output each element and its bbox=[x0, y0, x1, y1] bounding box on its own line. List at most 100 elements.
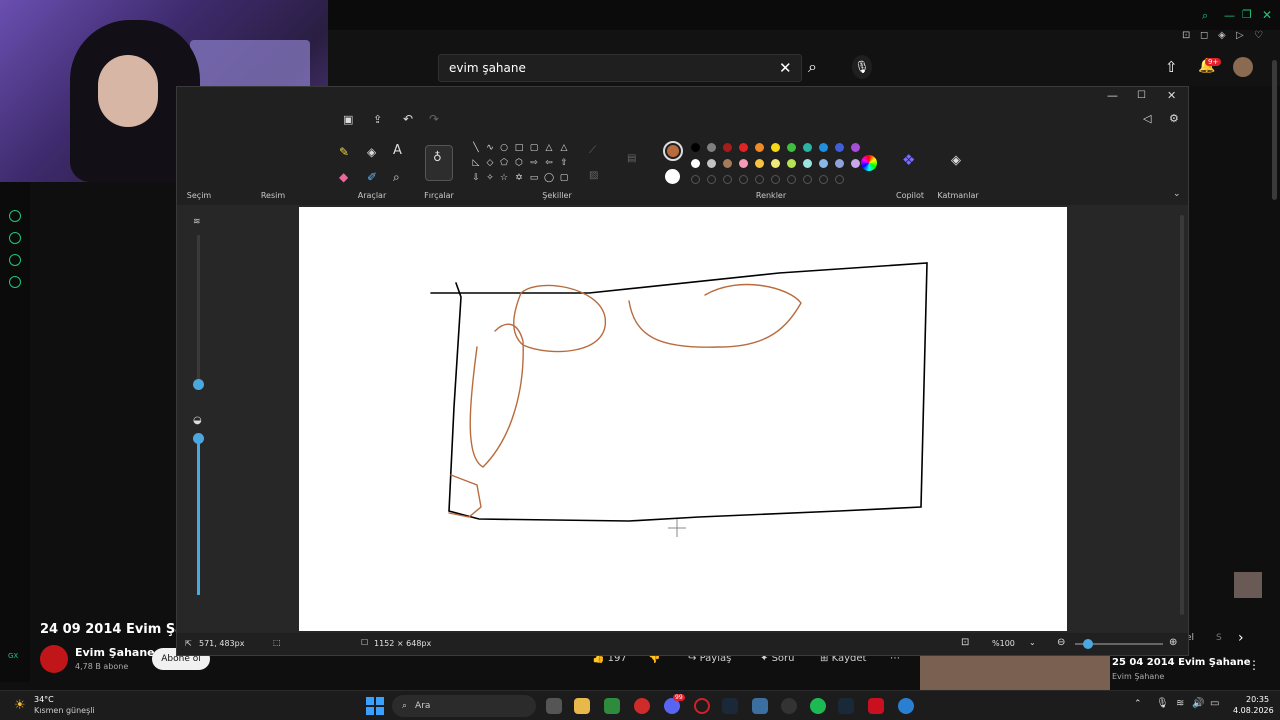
mini-thumbnail[interactable] bbox=[1234, 572, 1262, 598]
scrollbar[interactable] bbox=[1272, 60, 1277, 200]
palette-swatch[interactable] bbox=[723, 143, 732, 152]
primary-color[interactable] bbox=[663, 141, 683, 161]
zoom-out-icon[interactable]: ⊖ bbox=[1057, 637, 1065, 648]
outline-icon[interactable]: ⟋ bbox=[589, 145, 596, 156]
secondary-color[interactable] bbox=[665, 169, 680, 184]
clock-date[interactable]: 4.08.2026 bbox=[1233, 706, 1274, 715]
channel-name[interactable]: Evim Şahane bbox=[75, 646, 155, 659]
mic-icon[interactable]: 🎙 bbox=[852, 55, 872, 79]
taskbar-search[interactable]: ⌕ Ara bbox=[392, 695, 536, 717]
chevron-up-icon[interactable]: ⌃ bbox=[1134, 699, 1142, 709]
share-icon[interactable]: ⇪ bbox=[373, 113, 382, 126]
paint-app-icon[interactable] bbox=[898, 698, 914, 714]
palette-swatch[interactable] bbox=[723, 159, 732, 168]
collapse-ribbon-icon[interactable]: ⌄ bbox=[1173, 189, 1181, 199]
drawing-canvas[interactable] bbox=[299, 207, 1067, 631]
zoom-slider-thumb[interactable] bbox=[1083, 639, 1093, 649]
search-input[interactable]: evim şahane bbox=[438, 54, 802, 82]
more-vert-icon[interactable]: ⋮ bbox=[1248, 658, 1260, 672]
custom-color-slot[interactable] bbox=[739, 175, 748, 184]
shapes-gallery[interactable]: ╲ ∿ ○ □ ▢ △ △ ◺ ◇ ⬠ ⬡ ⇨ ⇦ ⇧ ⇩ ✧ ☆ ✡ ▭ ◯ ▢ bbox=[471, 141, 575, 185]
avatar[interactable] bbox=[1233, 57, 1253, 77]
color-palette[interactable] bbox=[691, 143, 860, 187]
opacity-slider[interactable] bbox=[197, 437, 200, 595]
opera-icon[interactable] bbox=[694, 698, 710, 714]
steam-icon[interactable] bbox=[838, 698, 854, 714]
size-slider[interactable] bbox=[197, 235, 200, 385]
chevron-right-icon[interactable]: › bbox=[1238, 630, 1244, 646]
minimize-icon[interactable]: — bbox=[1107, 89, 1118, 102]
sidebar-item-history[interactable] bbox=[9, 232, 21, 244]
side-chip[interactable]: S bbox=[1216, 633, 1222, 643]
palette-swatch[interactable] bbox=[851, 143, 860, 152]
palette-swatch[interactable] bbox=[835, 143, 844, 152]
task-view-icon[interactable] bbox=[546, 698, 562, 714]
pencil-icon[interactable]: ✎ bbox=[339, 145, 349, 159]
app-icon[interactable] bbox=[634, 698, 650, 714]
custom-color-slot[interactable] bbox=[771, 175, 780, 184]
sidebar-item-settings[interactable] bbox=[9, 276, 21, 288]
fill-icon[interactable]: ◈ bbox=[367, 145, 376, 159]
fill-shape-icon[interactable]: ▨ bbox=[589, 170, 598, 181]
maximize-icon[interactable]: ☐ bbox=[1137, 90, 1146, 101]
magnifier-icon[interactable]: ⌕ bbox=[393, 170, 400, 185]
palette-swatch[interactable] bbox=[819, 143, 828, 152]
file-explorer-icon[interactable] bbox=[574, 698, 590, 714]
eraser-icon[interactable]: ◆ bbox=[339, 170, 348, 184]
mic-icon[interactable]: 🎙 bbox=[1156, 698, 1169, 709]
edit-colors-button[interactable] bbox=[861, 155, 877, 171]
redo-icon[interactable]: ↷ bbox=[429, 112, 439, 126]
search-icon[interactable]: ⌕ bbox=[1202, 9, 1208, 23]
color-picker-icon[interactable]: ✐ bbox=[367, 170, 377, 184]
minimize-icon[interactable]: — bbox=[1224, 9, 1235, 22]
palette-swatch[interactable] bbox=[707, 143, 716, 152]
weather-text[interactable]: Kısmen güneşli bbox=[34, 706, 95, 715]
palette-swatch[interactable] bbox=[819, 159, 828, 168]
pin-icon[interactable]: ⊡ bbox=[1182, 30, 1190, 41]
custom-color-slot[interactable] bbox=[803, 175, 812, 184]
palette-swatch[interactable] bbox=[755, 159, 764, 168]
zoom-select[interactable]: %100 bbox=[992, 639, 1015, 648]
size-slider-thumb[interactable] bbox=[193, 379, 204, 390]
play-icon[interactable]: ▷ bbox=[1236, 30, 1244, 41]
palette-swatch[interactable] bbox=[803, 159, 812, 168]
palette-swatch[interactable] bbox=[787, 159, 796, 168]
fit-to-window-icon[interactable]: ⊡ bbox=[961, 637, 969, 648]
palette-swatch[interactable] bbox=[707, 159, 716, 168]
recommended-title[interactable]: 25 04 2014 Evim Şahane bbox=[1112, 657, 1251, 668]
wifi-icon[interactable]: ≋ bbox=[1176, 698, 1184, 709]
app-icon[interactable] bbox=[781, 698, 797, 714]
palette-swatch[interactable] bbox=[787, 143, 796, 152]
palette-swatch[interactable] bbox=[739, 143, 748, 152]
recommended-thumbnail[interactable] bbox=[920, 656, 1110, 690]
close-icon[interactable]: ✕ bbox=[1262, 8, 1272, 22]
group-label-selection[interactable]: Seçim bbox=[187, 191, 211, 200]
vertical-scrollbar[interactable] bbox=[1180, 215, 1184, 615]
upload-icon[interactable]: ⇧ bbox=[1165, 58, 1178, 76]
custom-color-slot[interactable] bbox=[835, 175, 844, 184]
spotify-icon[interactable] bbox=[810, 698, 826, 714]
palette-swatch[interactable] bbox=[835, 159, 844, 168]
custom-color-slot[interactable] bbox=[819, 175, 828, 184]
heart-icon[interactable]: ♡ bbox=[1254, 30, 1263, 41]
temperature[interactable]: 34°C bbox=[34, 695, 54, 704]
palette-swatch[interactable] bbox=[691, 159, 700, 168]
weather-icon[interactable]: ☀ bbox=[14, 698, 26, 713]
undo-icon[interactable]: ↶ bbox=[403, 112, 413, 126]
palette-swatch[interactable] bbox=[771, 159, 780, 168]
sidebar-item-home[interactable] bbox=[9, 210, 21, 222]
custom-color-slot[interactable] bbox=[787, 175, 796, 184]
palette-swatch[interactable] bbox=[691, 143, 700, 152]
group-label-image[interactable]: Resim bbox=[261, 191, 285, 200]
brushes-button[interactable]: ♁ bbox=[425, 145, 453, 181]
minecraft-icon[interactable] bbox=[604, 698, 620, 714]
chevron-down-icon[interactable]: ⌄ bbox=[1029, 638, 1036, 647]
screenshot-icon[interactable]: ◻ bbox=[1200, 30, 1208, 41]
palette-swatch[interactable] bbox=[803, 143, 812, 152]
opacity-slider-thumb[interactable] bbox=[193, 433, 204, 444]
custom-color-slot[interactable] bbox=[755, 175, 764, 184]
layers-icon[interactable]: ◈ bbox=[951, 153, 961, 168]
custom-color-slot[interactable] bbox=[691, 175, 700, 184]
palette-swatch[interactable] bbox=[771, 143, 780, 152]
search-icon[interactable]: ⌕ bbox=[808, 57, 817, 77]
